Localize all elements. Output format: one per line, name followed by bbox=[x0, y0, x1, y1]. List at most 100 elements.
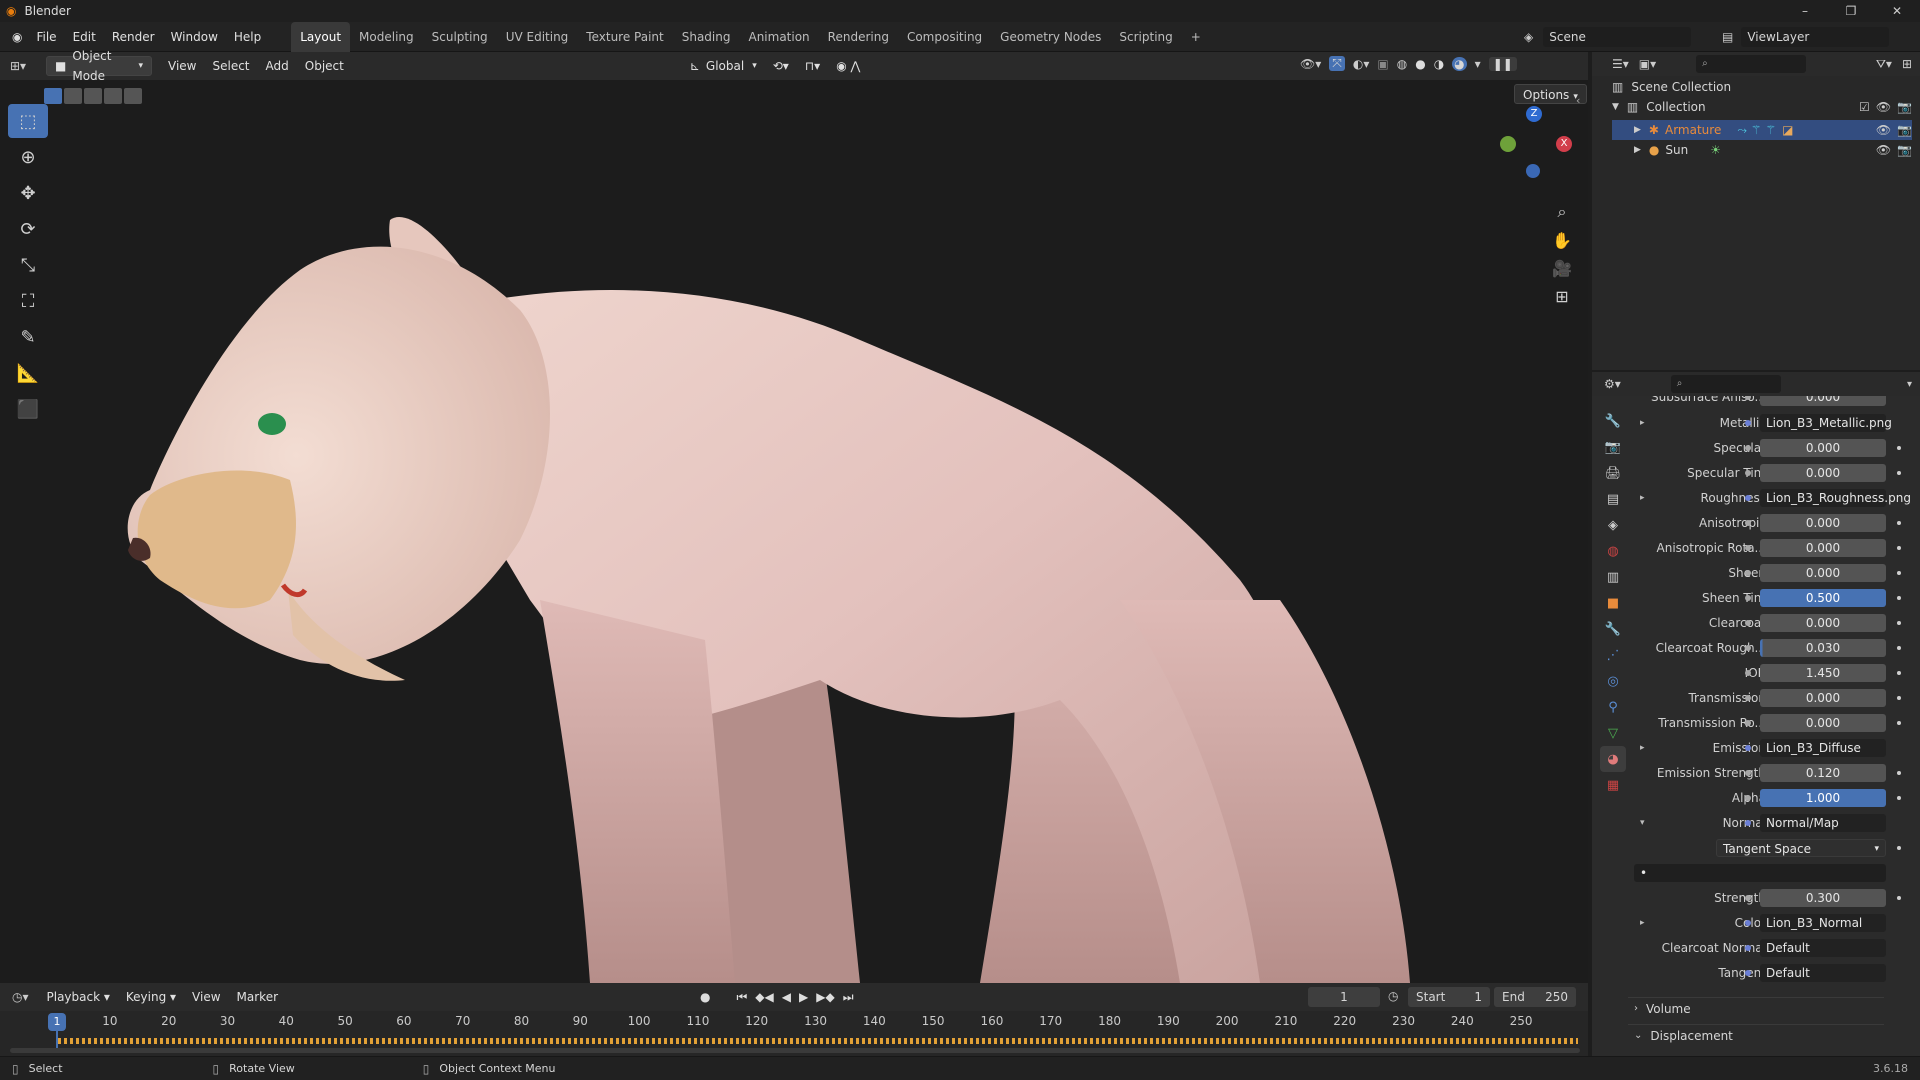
solid-shading-icon[interactable]: ● bbox=[1415, 57, 1425, 71]
zoom-icon[interactable]: ⌕ bbox=[1548, 198, 1576, 226]
property-row-roughness[interactable]: ▸ Roughness Lion_B3_Roughness.png bbox=[1628, 487, 1920, 509]
record-icon[interactable]: ● bbox=[700, 990, 710, 1004]
blender-menu-icon[interactable]: ◉ bbox=[12, 30, 22, 44]
clock-icon[interactable]: ◷ bbox=[1388, 989, 1398, 1003]
expand-arrow-icon[interactable]: ▶ bbox=[1634, 125, 1641, 135]
output-tab-icon[interactable]: 🖨 bbox=[1600, 460, 1626, 486]
viewport-menu-view[interactable]: View bbox=[160, 56, 204, 76]
camera-render-icon[interactable]: 📷 bbox=[1897, 100, 1912, 114]
property-value[interactable]: 0.000 bbox=[1760, 439, 1886, 457]
expand-arrow-icon[interactable]: ▸ bbox=[1640, 918, 1645, 928]
pan-hand-icon[interactable]: ✋ bbox=[1548, 226, 1576, 254]
property-value[interactable]: 0.000 bbox=[1760, 396, 1886, 406]
animate-dot-icon[interactable] bbox=[1897, 621, 1901, 625]
panel-displacement[interactable]: ⌄ Displacement bbox=[1628, 1024, 1884, 1046]
property-value[interactable]: Lion_B3_Metallic.png bbox=[1760, 414, 1892, 432]
property-value[interactable]: Normal/Map bbox=[1760, 814, 1886, 832]
material-shading-icon[interactable]: ◑ bbox=[1434, 57, 1444, 71]
animate-dot-icon[interactable] bbox=[1897, 696, 1901, 700]
snap-icon[interactable]: ⊓▾ bbox=[797, 56, 828, 76]
tab-animation[interactable]: Animation bbox=[739, 22, 818, 52]
property-row-specular-tint[interactable]: Specular Tint 0.000 bbox=[1628, 462, 1920, 484]
animate-dot-icon[interactable] bbox=[1897, 846, 1901, 850]
animate-dot-icon[interactable] bbox=[1897, 771, 1901, 775]
camera-render-icon[interactable]: 📷 bbox=[1897, 143, 1912, 157]
tab-texture-paint[interactable]: Texture Paint bbox=[577, 22, 672, 52]
rendered-shading-icon[interactable]: ◕ bbox=[1452, 56, 1467, 71]
property-value[interactable]: 0.030 bbox=[1760, 639, 1886, 657]
animate-dot-icon[interactable] bbox=[1897, 471, 1901, 475]
tab-scripting[interactable]: Scripting bbox=[1110, 22, 1181, 52]
property-row-specular[interactable]: Specular 0.000 bbox=[1628, 437, 1920, 459]
animate-dot-icon[interactable] bbox=[1897, 521, 1901, 525]
timeline-scrollbar[interactable] bbox=[10, 1048, 1580, 1053]
next-keyframe-icon[interactable]: ▶◆ bbox=[816, 990, 834, 1004]
tab-modeling[interactable]: Modeling bbox=[350, 22, 423, 52]
pivot-icon[interactable]: ⟲▾ bbox=[765, 56, 797, 76]
render-tab-icon[interactable]: 📷 bbox=[1600, 434, 1626, 460]
expand-arrow-icon[interactable]: ▶ bbox=[1634, 145, 1641, 155]
jump-start-icon[interactable]: ⏮ bbox=[736, 990, 747, 1005]
property-row-color[interactable]: ▸ColorLion_B3_Normal bbox=[1628, 912, 1920, 934]
particles-tab-icon[interactable]: ⋰ bbox=[1600, 642, 1626, 668]
current-frame-field[interactable]: 1 bbox=[1308, 987, 1380, 1007]
sidebar-expand-icon[interactable]: ‹ bbox=[1576, 94, 1580, 107]
modifier-tab-icon[interactable]: 🔧 bbox=[1600, 616, 1626, 642]
object-tab-icon[interactable]: ■ bbox=[1600, 590, 1626, 616]
property-row-transmission-ro[interactable]: Transmission Ro... 0.000 bbox=[1628, 712, 1920, 734]
display-mode-icon[interactable]: ▣▾ bbox=[1639, 57, 1656, 71]
menu-window[interactable]: Window bbox=[163, 22, 226, 52]
tab-sculpting[interactable]: Sculpting bbox=[423, 22, 497, 52]
timeline-menu-view[interactable]: View bbox=[184, 987, 228, 1007]
tab-shading[interactable]: Shading bbox=[673, 22, 740, 52]
property-value[interactable]: 0.000 bbox=[1760, 614, 1886, 632]
property-row-anisotropic-rota[interactable]: Anisotropic Rota... 0.000 bbox=[1628, 537, 1920, 559]
property-row-ior[interactable]: IOR 1.450 bbox=[1628, 662, 1920, 684]
viewport-menu-add[interactable]: Add bbox=[258, 56, 297, 76]
animate-dot-icon[interactable] bbox=[1897, 646, 1901, 650]
eye-icon[interactable]: 👁 bbox=[1876, 143, 1891, 157]
rotate-tool-icon[interactable]: ⟳ bbox=[8, 212, 48, 246]
visibility-icon[interactable]: 👁▾ bbox=[1300, 57, 1321, 71]
timeline-editor-icon[interactable]: ◷▾ bbox=[12, 990, 29, 1004]
outliner-search-input[interactable]: ⌕ bbox=[1696, 55, 1807, 73]
property-value[interactable]: 0.500 bbox=[1760, 589, 1886, 607]
property-row-tangent[interactable]: Tangent Default bbox=[1628, 962, 1920, 984]
property-value[interactable]: 0.000 bbox=[1760, 514, 1886, 532]
collapse-arrow-icon[interactable]: ▼ bbox=[1612, 102, 1619, 112]
outliner-editor-icon[interactable]: ☰▾ bbox=[1612, 57, 1629, 71]
eye-icon[interactable]: 👁 bbox=[1876, 123, 1891, 137]
gizmo-toggle-icon[interactable]: ⤧ bbox=[1329, 56, 1345, 71]
cursor-tool-icon[interactable]: ⊕ bbox=[8, 140, 48, 174]
tangent-space-dropdown[interactable]: Tangent Space ▾ bbox=[1716, 839, 1886, 857]
property-row-anisotropic[interactable]: Anisotropic 0.000 bbox=[1628, 512, 1920, 534]
3d-viewport[interactable]: Options ▾ ⬚ ⊕ ✥ ⟳ ⤡ ⛶ ✎ 📐 ⬛ Z X ⌕ ✋ 🎥 ⊞ … bbox=[0, 80, 1588, 983]
start-frame-field[interactable]: Start 1 bbox=[1408, 987, 1490, 1007]
property-value[interactable]: 0.300 bbox=[1760, 889, 1886, 907]
prev-keyframe-icon[interactable]: ◆◀ bbox=[755, 990, 773, 1004]
property-row-dropdown[interactable]: Tangent Space ▾ bbox=[1628, 837, 1920, 859]
grid-ortho-icon[interactable]: ⊞ bbox=[1548, 282, 1576, 310]
animate-dot-icon[interactable] bbox=[1897, 796, 1901, 800]
timeline-menu-playback[interactable]: Playback ▾ bbox=[39, 987, 118, 1007]
expand-arrow-icon[interactable]: ▸ bbox=[1640, 418, 1645, 428]
property-row-sheen-tint[interactable]: Sheen Tint 0.500 bbox=[1628, 587, 1920, 609]
expand-arrow-icon[interactable]: ▾ bbox=[1640, 818, 1645, 828]
sidebar-toggle-icon[interactable]: ❚❚ bbox=[1488, 56, 1517, 71]
gizmo-z-axis[interactable]: Z bbox=[1526, 106, 1542, 122]
select-box-tool-icon[interactable]: ⬚ bbox=[8, 104, 48, 138]
add-workspace-icon[interactable]: + bbox=[1182, 22, 1210, 52]
play-reverse-icon[interactable]: ◀ bbox=[782, 990, 791, 1004]
tool-tab-icon[interactable]: 🔧 bbox=[1600, 408, 1626, 434]
panel-volume[interactable]: › Volume bbox=[1628, 997, 1884, 1019]
animate-dot-icon[interactable] bbox=[1897, 896, 1901, 900]
overlay-toggle-icon[interactable]: ◐▾ bbox=[1353, 57, 1370, 71]
property-row-sheen[interactable]: Sheen0.000 bbox=[1628, 562, 1920, 584]
property-value[interactable]: 0.120 bbox=[1760, 764, 1886, 782]
animate-dot-icon[interactable] bbox=[1897, 596, 1901, 600]
tab-geometry-nodes[interactable]: Geometry Nodes bbox=[991, 22, 1110, 52]
close-button[interactable]: ✕ bbox=[1874, 0, 1920, 22]
menu-file[interactable]: File bbox=[28, 22, 64, 52]
play-icon[interactable]: ▶ bbox=[799, 990, 808, 1004]
animate-dot-icon[interactable] bbox=[1897, 546, 1901, 550]
